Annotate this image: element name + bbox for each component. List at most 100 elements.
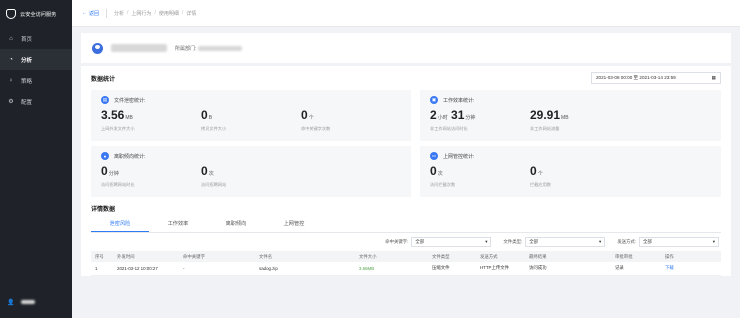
stats-header: 数据统计 2021-03-08 00:00 至 2021-03-14 23:59… [91, 66, 721, 90]
department-redacted [198, 45, 243, 51]
tab-work-efficiency[interactable]: 工作效率 [149, 215, 207, 232]
metric-caption: 非工作网站流量 [530, 126, 560, 131]
back-button[interactable]: ← 返回 [82, 10, 99, 17]
briefcase-icon: ▣ [430, 96, 438, 104]
stats-title: 数据统计 [91, 76, 116, 83]
column-header: 最终结果 [525, 251, 611, 262]
content: 所属部门: 数据统计 2021-03-08 00:00 至 2021-03-14… [72, 27, 740, 276]
analytics-icon: ◔ [9, 56, 13, 63]
sidebar-item-label: 首页 [21, 36, 33, 43]
metric-caption: 拷贝文件大小 [201, 126, 227, 131]
metric-value: 31 [451, 108, 465, 122]
monitor-icon: ▭ [430, 152, 438, 160]
chevron-down-icon: ▾ [598, 239, 602, 244]
metric-value: 0 [301, 108, 308, 122]
metric-unit: 个 [537, 171, 543, 177]
column-header: 命中关键字 [179, 251, 255, 262]
column-header: 发送方式 [476, 251, 525, 262]
stat-card-header: ● 离职倾向统计: [101, 152, 401, 160]
stat-grid: ▤ 文件泄密统计: 3.56MB 上网外发文件大小 0B 拷贝文件大小 0个 命… [91, 90, 721, 197]
metric-caption: 拦截应用数 [530, 182, 551, 187]
metric-caption: 命中关键字次数 [301, 126, 331, 131]
cell-index: 1 [91, 262, 113, 276]
avatar [92, 42, 103, 54]
table-row: 1 2021-03-12 10:00:27 - sadog.zip 3.56MB… [91, 262, 721, 276]
chevron-down-icon: ▾ [485, 239, 488, 244]
stat-card-title: 工作效率统计: [443, 97, 475, 104]
stat-metrics: 3.56MB 上网外发文件大小 0B 拷贝文件大小 0个 命中关键字次数 [101, 109, 401, 132]
person-icon: ● [101, 152, 109, 160]
download-link[interactable]: 下载 [661, 262, 721, 276]
user-card: 所属部门: [81, 33, 731, 63]
stat-metrics: 2小时 31分钟 非工作网站访问时长 29.91MB 非工作网站流量 [430, 109, 711, 132]
metric: 0次 访问招聘网站 [201, 165, 301, 188]
metric-value: 29.91 [530, 108, 561, 122]
metric-value: 0 [530, 164, 537, 178]
metric-unit: 次 [208, 171, 214, 177]
sidebar-item-home[interactable]: ⌂ 首页 [0, 28, 72, 49]
stats-panel: 数据统计 2021-03-08 00:00 至 2021-03-14 23:59… [81, 66, 731, 276]
sidebar-item-config[interactable]: ⚙ 配置 [0, 91, 72, 112]
date-range-picker[interactable]: 2021-03-08 00:00 至 2021-03-14 23:59 ▦ [591, 72, 721, 84]
gear-icon: ⚙ [8, 99, 14, 105]
breadcrumb-item[interactable]: 使用明细 [159, 10, 179, 17]
stat-card-header: ▭ 上网管控统计: [430, 152, 711, 160]
column-header: 文件大小 [355, 251, 428, 262]
select-value: 全部 [529, 239, 538, 244]
tab-leak-risk[interactable]: 泄密风险 [91, 215, 149, 232]
date-range-value: 2021-03-08 00:00 至 2021-03-14 23:59 [596, 75, 676, 80]
metric-value: 0 [201, 108, 208, 122]
home-icon: ⌂ [9, 35, 13, 42]
stat-card-web-control: ▭ 上网管控统计: 0次 访问拦截次数 0个 拦截应用数 [420, 146, 721, 197]
metric-value: 0 [430, 164, 437, 178]
metric: 0次 访问拦截次数 [430, 165, 530, 188]
stat-card-title: 文件泄密统计: [114, 97, 146, 104]
cell-keyword: - [179, 262, 255, 276]
metric-value: 0 [201, 164, 208, 178]
column-header: 操作 [661, 251, 721, 262]
metric-caption: 访问招聘网站时长 [101, 182, 135, 187]
keyword-select[interactable]: 全部 ▾ [411, 237, 492, 247]
sidebar-item-analytics[interactable]: ◔ 分析 [0, 49, 72, 70]
sidebar-item-policy[interactable]: ♀ 策略 [0, 70, 72, 91]
brand: 云安全访问服务 [0, 0, 72, 28]
app-title: 云安全访问服务 [20, 11, 57, 18]
metric: 0个 拦截应用数 [530, 165, 630, 188]
arrow-left-icon: ← [82, 10, 87, 16]
metric-caption: 访问招聘网站 [201, 182, 227, 187]
sidebar-user[interactable]: 👤 [7, 298, 35, 306]
breadcrumb-separator: / [154, 10, 156, 16]
stat-metrics: 0次 访问拦截次数 0个 拦截应用数 [430, 165, 711, 188]
column-header: 文件名 [255, 251, 355, 262]
cell-send-time: 2021-03-12 10:00:27 [113, 262, 179, 276]
metric-unit: 小时 [437, 115, 448, 121]
sidebar-item-label: 策略 [21, 78, 33, 85]
divider [106, 8, 108, 18]
metric: 29.91MB 非工作网站流量 [530, 109, 630, 132]
breadcrumb-item[interactable]: 上网行为 [131, 10, 151, 17]
sidebar-item-label: 配置 [21, 99, 33, 106]
column-header: 序号 [91, 251, 113, 262]
metric: 3.56MB 上网外发文件大小 [101, 109, 201, 132]
stat-metrics: 0分钟 访问招聘网站时长 0次 访问招聘网站 [101, 165, 401, 188]
metric: 0个 命中关键字次数 [301, 109, 401, 132]
table-header: 序号 外发时间 命中关键字 文件名 文件大小 文件类型 发送方式 最终结果 审批… [91, 251, 721, 262]
main: ← 返回 分析 / 上网行为 / 使用明细 / 详情 所属部门: 数据统计 20… [72, 0, 740, 318]
filters: 命中关键字: 全部 ▾ 文件类型: 全部 ▾ 发送方式: 全部 ▾ [91, 233, 721, 251]
bulb-icon: ♀ [8, 77, 14, 84]
metric-unit: 个 [308, 115, 314, 121]
send-method-select[interactable]: 全部 ▾ [639, 237, 719, 247]
column-header: 外发时间 [113, 251, 179, 262]
stat-card-title: 离职倾向统计: [114, 153, 146, 160]
details-tabs: 泄密风险 工作效率 离职倾向 上网管控 [91, 215, 721, 233]
breadcrumb-separator: / [127, 10, 129, 16]
stat-card-header: ▣ 工作效率统计: [430, 96, 711, 104]
filter-label: 发送方式: [617, 239, 636, 244]
app-root: 云安全访问服务 ⌂ 首页 ◔ 分析 ♀ 策略 ⚙ 配置 👤 ← 返回 分析 / … [0, 0, 740, 318]
breadcrumb-item[interactable]: 分析 [114, 10, 124, 17]
filter-label: 文件类型: [503, 239, 523, 244]
column-header: 审批审批 [611, 251, 661, 262]
file-type-select[interactable]: 全部 ▾ [525, 237, 606, 247]
tab-web-control[interactable]: 上网管控 [265, 215, 323, 232]
tab-resignation[interactable]: 离职倾向 [207, 215, 265, 232]
